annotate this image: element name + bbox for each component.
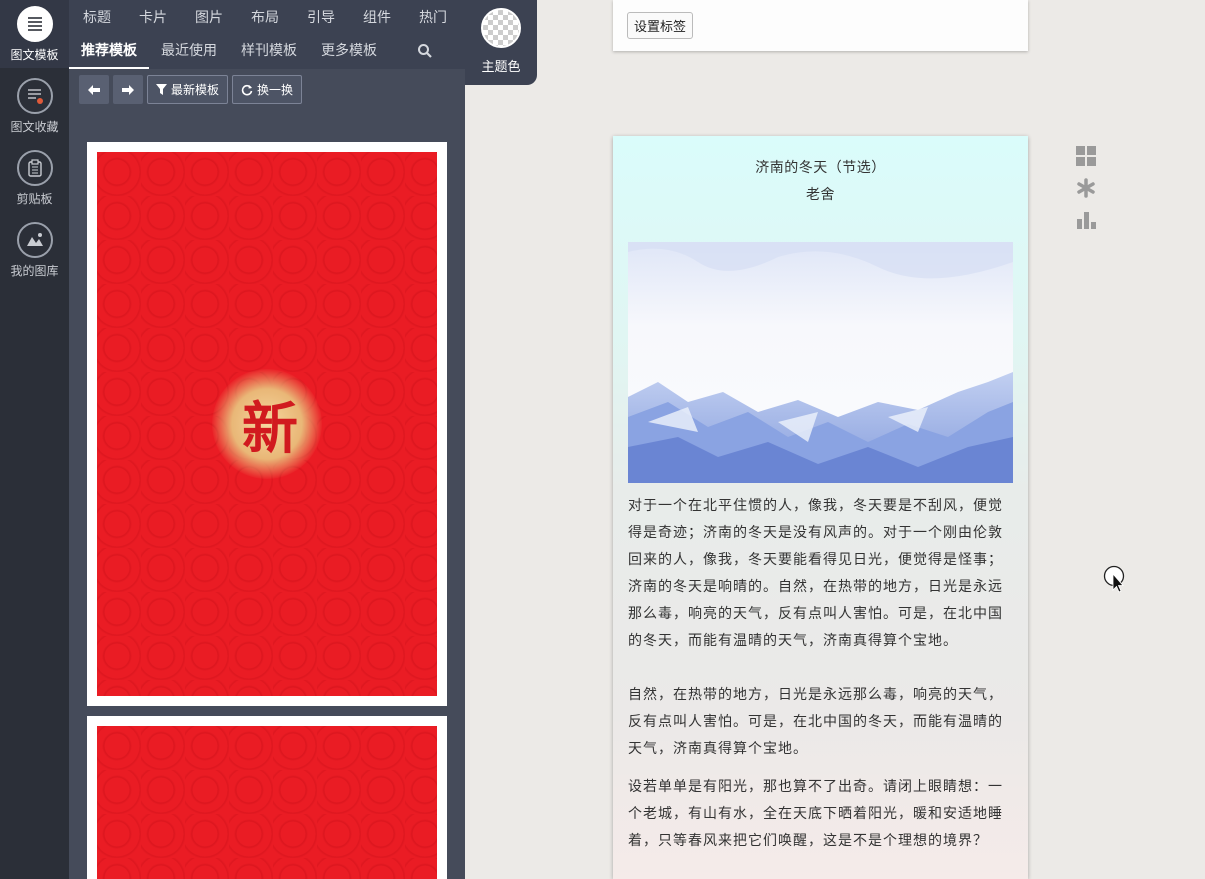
previous-article-block: 设置标签 bbox=[613, 0, 1028, 51]
template-card[interactable]: 新 bbox=[87, 142, 447, 706]
grid-icon[interactable] bbox=[1076, 146, 1096, 166]
tab-layout[interactable]: 布局 bbox=[237, 7, 293, 27]
refresh-icon bbox=[241, 84, 253, 95]
rail-item-label: 剪贴板 bbox=[16, 192, 53, 206]
arrow-left-icon bbox=[88, 84, 100, 95]
seal-text: 新 bbox=[242, 395, 298, 462]
filter-icon bbox=[156, 84, 167, 95]
template-card[interactable] bbox=[87, 716, 447, 879]
article-editor[interactable]: 济南的冬天（节选） 老舍 对于一个在北平住惯的人，像我，冬天要是不刮风，便觉得是… bbox=[613, 136, 1028, 879]
favorites-icon bbox=[16, 78, 53, 114]
shuffle-label: 换一换 bbox=[257, 83, 294, 97]
template-panel: 最新模板 换一换 新 bbox=[69, 69, 465, 879]
snow-mountain-image[interactable] bbox=[628, 242, 1013, 483]
template-list-icon bbox=[16, 6, 53, 42]
tab-component[interactable]: 组件 bbox=[349, 7, 405, 27]
rail-item-label: 图文模板 bbox=[10, 48, 59, 62]
rail-item-label: 图文收藏 bbox=[10, 120, 59, 134]
tab-sample[interactable]: 样刊模板 bbox=[229, 34, 309, 69]
theme-color-label: 主题色 bbox=[481, 60, 521, 75]
tab-recent[interactable]: 最近使用 bbox=[149, 34, 229, 69]
template-subtabs: 推荐模板 最近使用 样刊模板 更多模板 bbox=[69, 34, 465, 69]
tab-image[interactable]: 图片 bbox=[181, 7, 237, 27]
mouse-cursor-icon bbox=[1103, 565, 1125, 593]
left-rail: 图文模板 图文收藏 剪贴板 我的图库 bbox=[0, 0, 69, 879]
author-text: 老舍 bbox=[806, 187, 835, 203]
tab-guide[interactable]: 引导 bbox=[293, 7, 349, 27]
article-title[interactable]: 济南的冬天（节选） 老舍 bbox=[613, 155, 1028, 209]
search-icon[interactable] bbox=[417, 43, 433, 63]
set-tag-button[interactable]: 设置标签 bbox=[627, 12, 694, 39]
rail-item-clipboard[interactable]: 剪贴板 bbox=[0, 150, 69, 207]
rail-item-gallery[interactable]: 我的图库 bbox=[0, 222, 69, 279]
title-text: 济南的冬天（节选） bbox=[755, 160, 886, 176]
rail-item-label: 我的图库 bbox=[10, 264, 59, 278]
theme-color-picker[interactable]: 主题色 bbox=[465, 0, 537, 85]
tab-card[interactable]: 卡片 bbox=[125, 7, 181, 27]
transparent-swatch-icon bbox=[481, 8, 521, 48]
tab-title[interactable]: 标题 bbox=[69, 7, 125, 27]
bar-chart-icon[interactable] bbox=[1076, 210, 1096, 230]
red-template-preview bbox=[97, 726, 437, 879]
newest-templates-button[interactable]: 最新模板 bbox=[147, 75, 229, 104]
category-tabs: 标题 卡片 图片 布局 引导 组件 热门 bbox=[69, 0, 465, 34]
paragraph-2[interactable]: 自然，在热带的地方，日光是永远那么毒，响亮的天气，反有点叫人害怕。可是，在北中国… bbox=[628, 682, 1014, 763]
rail-item-favorites[interactable]: 图文收藏 bbox=[0, 78, 69, 135]
image-gallery-icon bbox=[16, 222, 53, 258]
template-toolbar: 最新模板 换一换 bbox=[79, 75, 303, 104]
arrow-right-icon bbox=[122, 84, 134, 95]
paragraph-1[interactable]: 对于一个在北平住惯的人，像我，冬天要是不刮风，便觉得是奇迹；济南的冬天是没有风声… bbox=[628, 493, 1014, 655]
newest-label: 最新模板 bbox=[171, 83, 220, 97]
clipboard-icon bbox=[16, 150, 53, 186]
paragraph-3[interactable]: 设若单单是有阳光，那也算不了出奇。请闭上眼睛想：一个老城，有山有水，全在天底下晒… bbox=[628, 774, 1014, 855]
side-tools bbox=[1076, 146, 1098, 242]
tab-recommended[interactable]: 推荐模板 bbox=[69, 34, 149, 69]
asterisk-icon[interactable] bbox=[1076, 178, 1096, 198]
calligraphy-seal: 新 bbox=[212, 369, 322, 479]
tab-popular[interactable]: 热门 bbox=[405, 7, 461, 27]
rail-item-templates[interactable]: 图文模板 bbox=[0, 0, 69, 68]
prev-button[interactable] bbox=[79, 75, 109, 104]
tab-more[interactable]: 更多模板 bbox=[309, 34, 389, 69]
shuffle-button[interactable]: 换一换 bbox=[232, 75, 303, 104]
next-button[interactable] bbox=[113, 75, 143, 104]
red-template-preview: 新 bbox=[97, 152, 437, 696]
